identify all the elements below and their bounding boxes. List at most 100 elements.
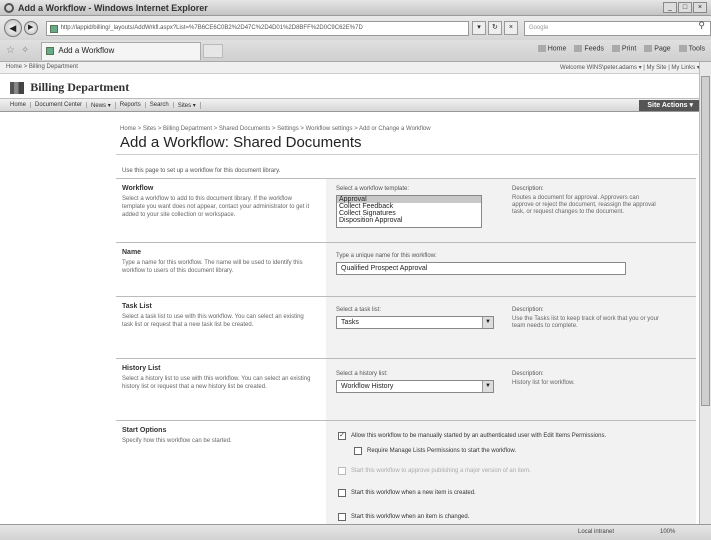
sp-welcome-menu[interactable]: Welcome WINS\peter.adams ▾ | My Site | M… bbox=[560, 64, 703, 71]
tasklist-select-label: Select a task list: bbox=[336, 307, 382, 313]
sp-top-strip: Home > Billing Department Welcome WINS\p… bbox=[0, 62, 711, 74]
tasklist-help-text: Select a task list to use with this work… bbox=[122, 314, 304, 328]
nav-item-document-center[interactable]: Document Center bbox=[31, 102, 88, 108]
command-bar: Home Feeds Print Page Tools bbox=[538, 45, 705, 52]
chevron-down-icon[interactable]: ▼ bbox=[482, 381, 493, 392]
close-icon[interactable]: × bbox=[693, 2, 707, 13]
refresh-icon[interactable]: ↻ bbox=[487, 21, 502, 35]
forward-icon[interactable]: ▶ bbox=[23, 21, 38, 35]
item-changed-checkbox[interactable]: Start this workflow when an item is chan… bbox=[338, 513, 469, 521]
workflow-heading: Workflow bbox=[122, 185, 154, 192]
checkbox-icon[interactable] bbox=[338, 489, 346, 497]
item-created-label: Start this workflow when a new item is c… bbox=[351, 490, 476, 496]
status-bar: Local intranet 100% bbox=[0, 524, 711, 540]
maximize-icon[interactable]: □ bbox=[678, 2, 692, 13]
manage-lists-checkbox[interactable]: Require Manage Lists Permissions to star… bbox=[354, 447, 516, 455]
tools-command[interactable]: Tools bbox=[679, 45, 705, 52]
manual-start-checkbox[interactable]: ✓ Allow this workflow to be manually sta… bbox=[338, 432, 606, 440]
checkbox-icon[interactable] bbox=[338, 513, 346, 521]
chevron-down-icon[interactable]: ▼ bbox=[482, 317, 493, 328]
name-input-label: Type a unique name for this workflow: bbox=[336, 253, 437, 259]
name-help: Name Type a name for this workflow. The … bbox=[122, 249, 312, 275]
search-icon[interactable]: ⚲ bbox=[698, 20, 705, 31]
task-list-value: Tasks bbox=[341, 319, 359, 326]
start-options-section: Start Options Specify how this workflow … bbox=[116, 420, 696, 524]
minimize-icon[interactable]: _ bbox=[663, 2, 677, 13]
zoom-level[interactable]: 100% bbox=[660, 529, 675, 535]
dropdown-icon[interactable]: ▾ bbox=[471, 21, 486, 35]
scrollbar-thumb[interactable] bbox=[701, 76, 710, 406]
startoptions-heading: Start Options bbox=[122, 427, 167, 434]
template-option[interactable]: Approval bbox=[337, 196, 481, 203]
template-option[interactable]: Disposition Approval bbox=[337, 217, 481, 224]
site-actions-button[interactable]: Site Actions ▾ bbox=[639, 100, 701, 111]
sp-top-nav: Home Document Center News ▾ Reports Sear… bbox=[0, 98, 711, 112]
history-list-value: Workflow History bbox=[341, 383, 394, 390]
item-changed-label: Start this workflow when an item is chan… bbox=[351, 514, 470, 520]
sp-top-breadcrumb[interactable]: Home > Billing Department bbox=[6, 64, 78, 70]
page-command[interactable]: Page bbox=[644, 45, 670, 52]
tasklist-heading: Task List bbox=[122, 303, 152, 310]
tasklist-help: Task List Select a task list to use with… bbox=[122, 303, 312, 329]
workflow-section: Workflow Select a workflow to add to thi… bbox=[116, 178, 696, 242]
breadcrumb[interactable]: Home > Sites > Billing Department > Shar… bbox=[120, 126, 431, 132]
history-list-select[interactable]: Workflow History ▼ bbox=[336, 380, 494, 393]
sp-site-header: Billing Department bbox=[0, 74, 711, 98]
vertical-scrollbar[interactable] bbox=[699, 62, 711, 524]
template-description-label: Description: bbox=[512, 186, 544, 192]
manage-lists-label: Require Manage Lists Permissions to star… bbox=[367, 448, 517, 454]
page-content: Home > Sites > Billing Department > Shar… bbox=[0, 112, 711, 524]
site-logo-icon bbox=[10, 81, 24, 94]
site-name[interactable]: Billing Department bbox=[30, 80, 129, 94]
name-help-text: Type a name for this workflow. The name … bbox=[122, 260, 303, 274]
feeds-command[interactable]: Feeds bbox=[574, 45, 603, 52]
manual-start-label: Allow this workflow to be manually start… bbox=[351, 433, 607, 439]
url-field[interactable]: http://lappid/billing/_layouts/AddWrkfl.… bbox=[45, 20, 469, 36]
nav-item-sites[interactable]: Sites ▾ bbox=[174, 101, 201, 109]
window-title: Add a Workflow - Windows Internet Explor… bbox=[18, 2, 208, 13]
historylist-help: History List Select a history list to us… bbox=[122, 365, 312, 391]
tab-bar: ☆ ✧ Add a Workflow Home Feeds Print Page… bbox=[0, 40, 711, 62]
startoptions-pane: ✓ Allow this workflow to be manually sta… bbox=[326, 421, 696, 524]
template-option[interactable]: Collect Feedback bbox=[337, 203, 481, 210]
template-label: Select a workflow template: bbox=[336, 186, 410, 192]
page-icon bbox=[49, 24, 58, 33]
search-input[interactable]: Google bbox=[523, 20, 711, 36]
tasklist-pane: Select a task list: Tasks ▼ Description:… bbox=[326, 297, 696, 358]
tab-add-workflow[interactable]: Add a Workflow bbox=[41, 41, 202, 60]
checkbox-icon[interactable] bbox=[354, 447, 362, 455]
task-list-select[interactable]: Tasks ▼ bbox=[336, 316, 494, 329]
workflow-template-listbox[interactable]: Approval Collect Feedback Collect Signat… bbox=[336, 195, 482, 228]
historylist-description: History list for workflow. bbox=[512, 380, 575, 386]
startoptions-help-text: Specify how this workflow can be started… bbox=[122, 438, 232, 444]
ie-logo-icon bbox=[4, 2, 14, 13]
workflow-help: Workflow Select a workflow to add to thi… bbox=[122, 185, 312, 219]
title-divider bbox=[116, 154, 698, 155]
back-icon[interactable]: ◀ bbox=[4, 19, 22, 37]
security-zone: Local intranet bbox=[578, 529, 615, 535]
item-created-checkbox[interactable]: Start this workflow when a new item is c… bbox=[338, 489, 476, 497]
window-controls: _ □ × bbox=[663, 2, 707, 13]
add-favorites-icon[interactable]: ✧ bbox=[21, 45, 29, 56]
nav-item-news[interactable]: News ▾ bbox=[87, 101, 116, 109]
template-option[interactable]: Collect Signatures bbox=[337, 210, 481, 217]
publish-major-label: Start this workflow to approve publishin… bbox=[351, 468, 531, 474]
nav-item-search[interactable]: Search bbox=[146, 102, 174, 108]
name-pane: Type a unique name for this workflow: Qu… bbox=[326, 243, 696, 296]
home-command[interactable]: Home bbox=[538, 45, 567, 52]
checkbox-checked-icon[interactable]: ✓ bbox=[338, 432, 346, 440]
left-gutter bbox=[0, 112, 108, 524]
favorites-star-icon[interactable]: ☆ bbox=[6, 45, 15, 56]
task-list-section: Task List Select a task list to use with… bbox=[116, 296, 696, 358]
nav-item-home[interactable]: Home bbox=[6, 102, 32, 108]
address-buttons: ▾ ↻ × bbox=[471, 21, 518, 35]
startoptions-help: Start Options Specify how this workflow … bbox=[122, 427, 312, 445]
print-command[interactable]: Print bbox=[612, 45, 636, 52]
stop-icon[interactable]: × bbox=[503, 21, 518, 35]
nav-item-reports[interactable]: Reports bbox=[116, 102, 146, 108]
tasklist-description: Use the Tasks list to keep track of work… bbox=[512, 316, 659, 329]
checkbox-disabled-icon bbox=[338, 467, 346, 475]
workflow-pane: Select a workflow template: Approval Col… bbox=[326, 179, 696, 242]
workflow-name-input[interactable]: Qualified Prospect Approval bbox=[336, 262, 626, 275]
new-tab-button[interactable] bbox=[203, 43, 224, 58]
